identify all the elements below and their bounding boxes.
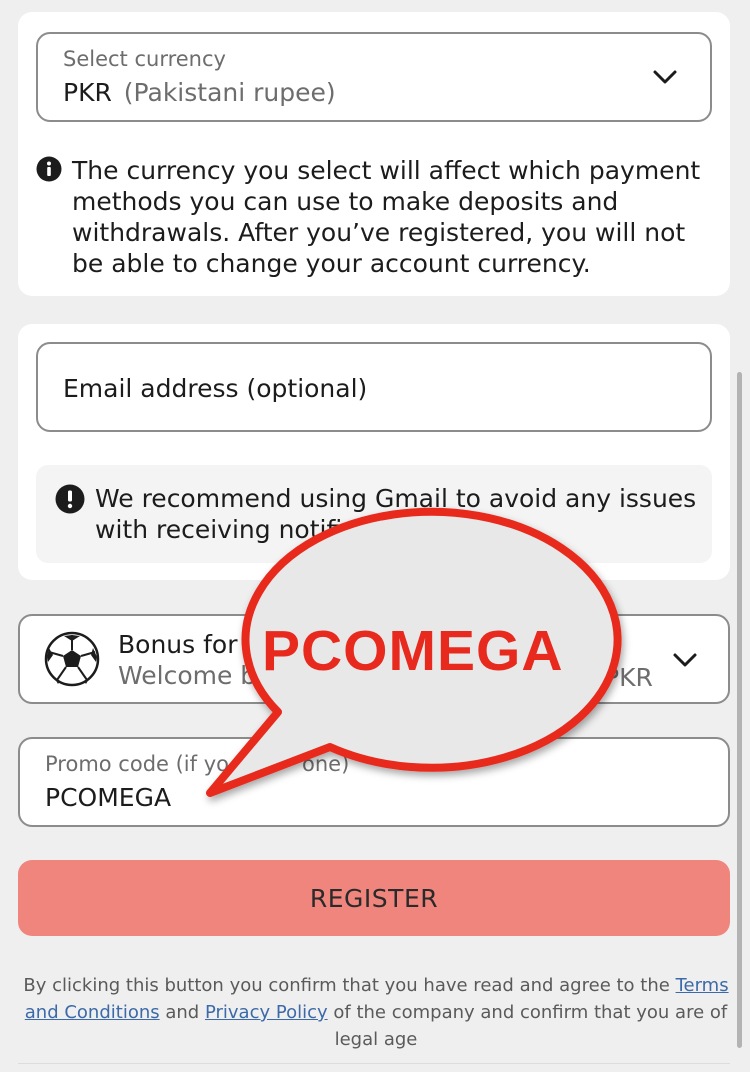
promo-code-label-tail: one): [302, 752, 350, 776]
bonus-currency-suffix: PKR: [604, 663, 653, 692]
legal-suffix: of the company and confirm that you are …: [333, 1002, 728, 1050]
info-icon: [36, 156, 62, 182]
chevron-down-icon: [673, 653, 697, 667]
chevron-down-icon: [653, 70, 677, 84]
bonus-subtitle: Welcome b: [118, 661, 257, 690]
legal-prefix: By clicking this button you confirm that…: [23, 975, 670, 996]
gmail-notice: We recommend using Gmail to avoid any is…: [36, 465, 712, 563]
scrollbar[interactable]: [737, 372, 742, 1048]
currency-code: PKR (Pakistani rupee): [63, 78, 336, 107]
promo-code-value: PCOMEGA: [45, 783, 172, 812]
bottom-divider: [18, 1063, 730, 1064]
legal-and: and: [165, 1002, 200, 1023]
currency-select-label: Select currency: [63, 47, 226, 71]
speech-bubble-text: PCOMEGA: [262, 619, 564, 683]
register-button[interactable]: REGISTER: [18, 860, 730, 936]
exclamation-icon: [55, 484, 85, 514]
currency-name: (Pakistani rupee): [123, 78, 336, 107]
gmail-notice-text: We recommend using Gmail to avoid any is…: [95, 484, 697, 544]
promo-code-label: Promo code (if yo: [45, 752, 229, 776]
email-field[interactable]: Email address (optional): [36, 342, 712, 432]
bonus-title: Bonus for: [118, 630, 238, 659]
currency-select[interactable]: Select currency PKR (Pakistani rupee): [36, 32, 712, 122]
soccer-ball-icon: [44, 631, 100, 687]
privacy-link[interactable]: Privacy Policy: [205, 1002, 328, 1023]
email-placeholder: Email address (optional): [63, 374, 368, 403]
promo-code-field[interactable]: Promo code (if yo one) PCOMEGA: [18, 737, 730, 827]
legal-notice: By clicking this button you confirm that…: [20, 972, 732, 1053]
currency-info-text: The currency you select will affect whic…: [72, 156, 701, 278]
